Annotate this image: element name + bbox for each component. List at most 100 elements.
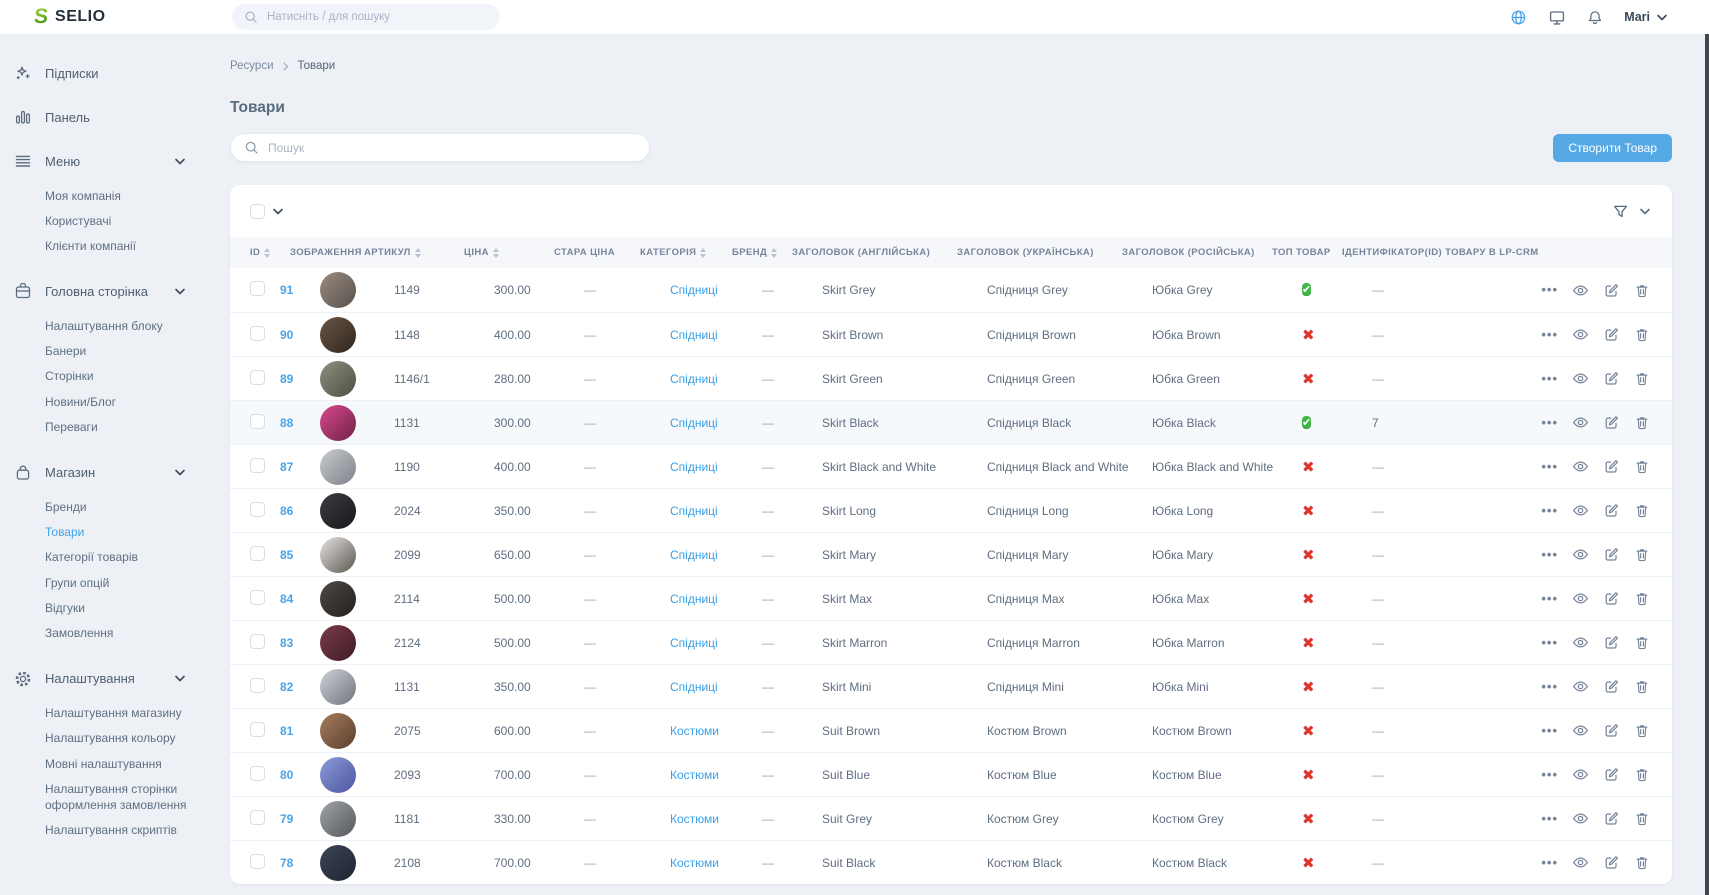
product-id-link[interactable]: 89 (280, 372, 293, 386)
product-image[interactable] (320, 405, 356, 441)
edit-button[interactable] (1603, 634, 1620, 651)
view-button[interactable] (1572, 370, 1589, 387)
sidebar-section-header[interactable]: Налаштування (14, 657, 211, 701)
edit-button[interactable] (1603, 458, 1620, 475)
edit-button[interactable] (1603, 326, 1620, 343)
sidebar-item[interactable]: Налаштування скриптів (45, 818, 187, 843)
sidebar-item[interactable]: Користувачі (45, 208, 187, 233)
delete-button[interactable] (1634, 810, 1650, 827)
view-button[interactable] (1572, 722, 1589, 739)
sidebar-section-header[interactable]: Головна сторінка (14, 270, 211, 314)
product-image[interactable] (320, 537, 356, 573)
filter-chevron-icon[interactable] (1640, 208, 1650, 215)
delete-button[interactable] (1634, 370, 1650, 387)
sort-arrows-icon[interactable] (493, 248, 499, 258)
row-checkbox[interactable] (250, 546, 265, 561)
sidebar-section-header[interactable]: Панель (14, 95, 211, 139)
sidebar-item[interactable]: Переваги (45, 414, 187, 439)
delete-button[interactable] (1634, 722, 1650, 739)
delete-button[interactable] (1634, 854, 1650, 871)
product-image[interactable] (320, 625, 356, 661)
edit-button[interactable] (1603, 370, 1620, 387)
more-actions-button[interactable]: ••• (1541, 462, 1558, 472)
category-link[interactable]: Спідниці (670, 680, 718, 694)
column-header[interactable]: БРЕНД (732, 247, 792, 258)
view-button[interactable] (1572, 458, 1589, 475)
category-link[interactable]: Спідниці (670, 592, 718, 606)
more-actions-button[interactable]: ••• (1541, 418, 1558, 428)
product-id-link[interactable]: 78 (280, 856, 293, 870)
sidebar-item[interactable]: Налаштування блоку (45, 314, 187, 339)
product-id-link[interactable]: 81 (280, 724, 293, 738)
product-image[interactable] (320, 757, 356, 793)
delete-button[interactable] (1634, 634, 1650, 651)
product-image[interactable] (320, 272, 356, 308)
edit-button[interactable] (1603, 854, 1620, 871)
edit-button[interactable] (1603, 414, 1620, 431)
row-checkbox[interactable] (250, 281, 265, 296)
page-scrollbar[interactable] (1705, 0, 1709, 895)
product-id-link[interactable]: 80 (280, 768, 293, 782)
product-image[interactable] (320, 713, 356, 749)
sidebar-item[interactable]: Замовлення (45, 620, 187, 645)
more-actions-button[interactable]: ••• (1541, 638, 1558, 648)
column-header[interactable]: ID (250, 247, 290, 258)
globe-icon[interactable] (1510, 9, 1527, 26)
delete-button[interactable] (1634, 282, 1650, 299)
column-header[interactable]: ЦІНА (464, 247, 554, 258)
category-link[interactable]: Костюми (670, 856, 719, 870)
sidebar-item[interactable]: Новини/Блог (45, 389, 187, 414)
product-id-link[interactable]: 88 (280, 416, 293, 430)
row-checkbox[interactable] (250, 458, 265, 473)
monitor-icon[interactable] (1548, 9, 1566, 26)
sidebar-item[interactable]: Налаштування сторінки оформлення замовле… (45, 776, 187, 817)
row-checkbox[interactable] (250, 722, 265, 737)
create-product-button[interactable]: Створити Товар (1553, 134, 1672, 162)
brand-logo[interactable]: S SELIO (0, 7, 211, 27)
sidebar-item[interactable]: Банери (45, 339, 187, 364)
sidebar-item[interactable]: Мовні налаштування (45, 751, 187, 776)
category-link[interactable]: Спідниці (670, 504, 718, 518)
more-actions-button[interactable]: ••• (1541, 330, 1558, 340)
row-checkbox[interactable] (250, 766, 265, 781)
view-button[interactable] (1572, 326, 1589, 343)
sort-arrows-icon[interactable] (700, 248, 706, 258)
product-id-link[interactable]: 83 (280, 636, 293, 650)
row-checkbox[interactable] (250, 634, 265, 649)
product-id-link[interactable]: 90 (280, 328, 293, 342)
category-link[interactable]: Спідниці (670, 328, 718, 342)
product-image[interactable] (320, 669, 356, 705)
product-id-link[interactable]: 85 (280, 548, 293, 562)
sidebar-item[interactable]: Моя компанія (45, 183, 187, 208)
category-link[interactable]: Костюми (670, 812, 719, 826)
category-link[interactable]: Спідниці (670, 548, 718, 562)
sidebar-item[interactable]: Клієнти компанії (45, 233, 187, 258)
breadcrumb-root[interactable]: Ресурси (230, 60, 274, 72)
edit-button[interactable] (1603, 590, 1620, 607)
category-link[interactable]: Костюми (670, 724, 719, 738)
sidebar-item[interactable]: Товари (45, 520, 187, 545)
table-search-input[interactable]: Пошук (230, 133, 650, 162)
product-id-link[interactable]: 91 (280, 283, 293, 297)
edit-button[interactable] (1603, 766, 1620, 783)
view-button[interactable] (1572, 414, 1589, 431)
product-image[interactable] (320, 845, 356, 881)
product-image[interactable] (320, 449, 356, 485)
category-link[interactable]: Спідниці (670, 372, 718, 386)
delete-button[interactable] (1634, 502, 1650, 519)
sidebar-section-header[interactable]: Магазин (14, 451, 211, 495)
sidebar-item[interactable]: Бренди (45, 495, 187, 520)
category-link[interactable]: Спідниці (670, 283, 718, 297)
more-actions-button[interactable]: ••• (1541, 550, 1558, 560)
category-link[interactable]: Спідниці (670, 416, 718, 430)
view-button[interactable] (1572, 810, 1589, 827)
filter-icon[interactable] (1612, 203, 1629, 220)
sort-arrows-icon[interactable] (264, 248, 270, 258)
product-image[interactable] (320, 801, 356, 837)
delete-button[interactable] (1634, 326, 1650, 343)
sidebar-item[interactable]: Налаштування магазину (45, 701, 187, 726)
edit-button[interactable] (1603, 502, 1620, 519)
product-image[interactable] (320, 317, 356, 353)
more-actions-button[interactable]: ••• (1541, 726, 1558, 736)
view-button[interactable] (1572, 282, 1589, 299)
